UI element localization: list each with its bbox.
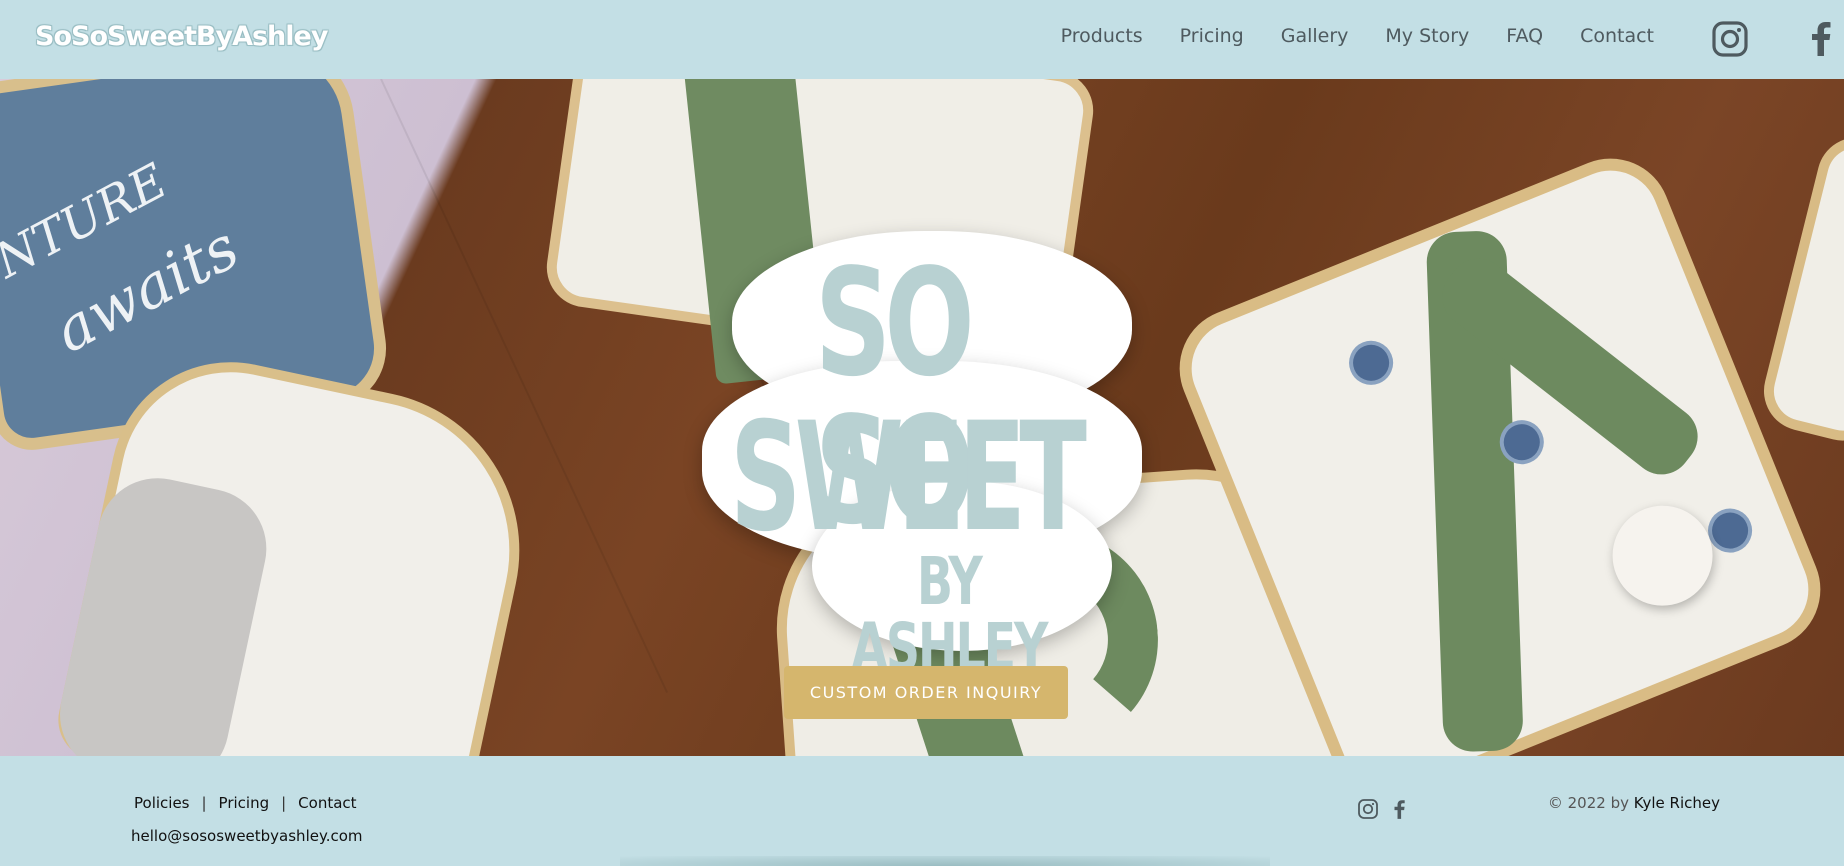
instagram-icon[interactable] [1710,19,1750,59]
instagram-icon[interactable] [1357,798,1379,820]
copyright-owner-link[interactable]: Kyle Richey [1634,794,1720,812]
site-header: SoSoSweetByAshley Products Pricing Galle… [0,0,1844,79]
cookie-texture [48,467,278,756]
nav-link-pricing[interactable]: Pricing [1180,22,1244,50]
site-footer: Policies | Pricing | Contact hello@sosos… [0,756,1844,866]
nav-link-my-story[interactable]: My Story [1385,22,1469,50]
footer-link-policies[interactable]: Policies [134,794,189,812]
copyright-notice: © 2022 by Kyle Richey [1548,794,1720,812]
footer-email-link[interactable]: hello@sososweetbyashley.com [131,827,363,845]
facebook-icon[interactable] [1802,18,1842,58]
brand-logo[interactable]: SoSoSweetByAshley [29,16,333,56]
footer-links: Policies | Pricing | Contact [134,794,357,812]
footer-social-links [1357,798,1411,820]
footer-link-pricing[interactable]: Pricing [219,794,270,812]
logo-line-sweet: SWEET [730,391,1087,565]
cookie-rose [1597,490,1728,621]
nav-link-products[interactable]: Products [1061,22,1143,50]
footer-separator: | [281,794,287,812]
footer-shadow [620,856,1270,866]
logo-line-by-ashley: BY ASHLEY [851,543,1048,686]
facebook-icon[interactable] [1389,798,1411,820]
footer-link-contact[interactable]: Contact [298,794,356,812]
edge-cookie-image [1755,128,1844,450]
footer-separator: | [201,794,207,812]
cookie-flower [1342,334,1400,392]
so-so-sweet-logo: SO SO SWEET BY ASHLEY [702,231,1142,681]
custom-order-inquiry-button[interactable]: CUSTOM ORDER INQUIRY [784,666,1068,719]
hero-banner: NTURE awaits SO SO SWEET BY ASHLEY [0,79,1844,756]
main-nav: Products Pricing Gallery My Story FAQ Co… [1024,22,1654,50]
copyright-prefix: © 2022 by [1547,794,1629,812]
nav-link-gallery[interactable]: Gallery [1281,22,1349,50]
nav-link-contact[interactable]: Contact [1580,22,1654,50]
nav-link-faq[interactable]: FAQ [1506,22,1543,50]
